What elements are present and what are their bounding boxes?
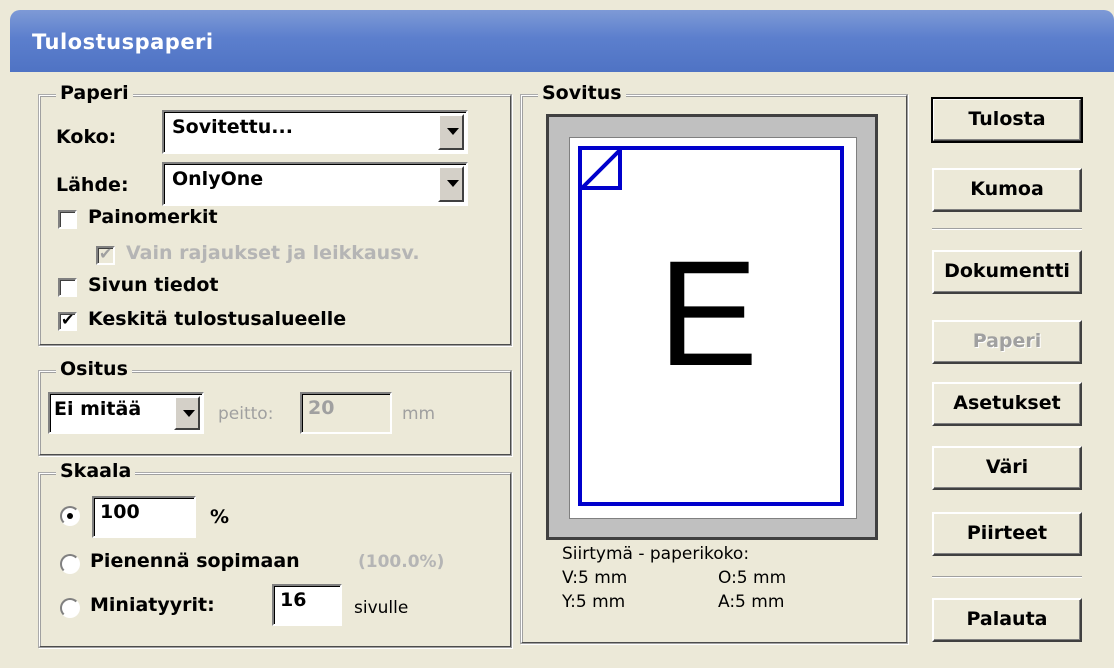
offset-title: Siirtymä - paperikoko: [562,544,750,564]
features-button[interactable]: Piirteet [932,512,1082,556]
check-icon: ✔ [99,244,113,263]
preview-letter: E [658,229,759,397]
chevron-down-icon[interactable] [174,396,200,430]
chevron-down-icon[interactable] [438,114,464,150]
thumbs-value: 16 [280,589,307,611]
percent-value: 100 [100,501,140,523]
thumbs-label[interactable]: Miniatyyrit: [90,594,215,616]
source-select[interactable]: OnlyOne [162,162,468,206]
print-button[interactable]: Tulosta [931,97,1083,143]
dialog-body: Paperi Koko: Sovitettu... Lähde: OnlyOne… [10,72,1114,668]
source-select-value: OnlyOne [172,168,264,190]
fit-group-legend: Sovitus [538,82,626,104]
fit-label[interactable]: Pienennä sopimaan [90,550,300,572]
print-marks-label[interactable]: Painomerkit [88,206,218,228]
source-label: Lähde: [56,174,129,196]
page-preview: E [546,114,878,540]
button-divider [932,228,1082,230]
offset-y: Y:5 mm [562,592,626,612]
cancel-button[interactable]: Kumoa [932,168,1082,212]
percent-unit: % [210,506,230,528]
paper-sheet: E [569,137,857,519]
crop-only-checkbox[interactable]: ✔ [96,244,115,265]
paper-button[interactable]: Paperi [932,320,1082,364]
scale-group-legend: Skaala [56,460,136,482]
offset-v: V:5 mm [562,568,628,588]
size-label: Koko: [56,126,117,148]
size-select-value: Sovitettu... [172,116,293,138]
chevron-down-icon[interactable] [438,166,464,202]
tiling-mode-value: Ei mitää [54,398,142,420]
restore-button[interactable]: Palauta [932,598,1082,642]
offset-a: A:5 mm [718,592,785,612]
button-divider [932,576,1082,578]
thumbs-input[interactable]: 16 [272,584,342,626]
window-title: Tulostuspaperi [32,30,214,54]
color-button[interactable]: Väri [932,446,1082,490]
thumbs-unit: sivulle [354,598,409,618]
page-corner-icon [580,148,622,190]
page-info-checkbox[interactable] [58,278,77,297]
overlap-value: 20 [308,397,335,419]
check-icon: ✔ [61,310,75,329]
print-marks-checkbox[interactable] [58,210,77,229]
title-bar: Tulostuspaperi [10,10,1114,72]
fit-radio[interactable] [60,554,80,574]
thumbs-radio[interactable] [60,598,80,618]
percent-input[interactable]: 100 [92,496,196,538]
fit-value: (100.0%) [358,552,445,572]
tiling-mode-select[interactable]: Ei mitää [48,392,204,434]
offset-o: O:5 mm [718,568,787,588]
overlap-label: peitto: [218,404,274,424]
settings-button[interactable]: Asetukset [932,382,1082,426]
size-select[interactable]: Sovitettu... [162,110,468,154]
paper-group-legend: Paperi [56,82,133,104]
center-checkbox[interactable]: ✔ [58,310,77,331]
crop-only-label[interactable]: Vain rajaukset ja leikkausv. [126,242,420,264]
radio-dot-icon [67,513,73,519]
document-button[interactable]: Dokumentti [932,250,1082,294]
page-info-label[interactable]: Sivun tiedot [88,274,218,296]
overlap-input[interactable]: 20 [300,392,392,434]
tiling-group-legend: Ositus [56,358,132,380]
overlap-unit: mm [402,404,436,424]
percent-radio[interactable] [60,506,80,526]
center-label[interactable]: Keskitä tulostusalueelle [88,308,346,330]
